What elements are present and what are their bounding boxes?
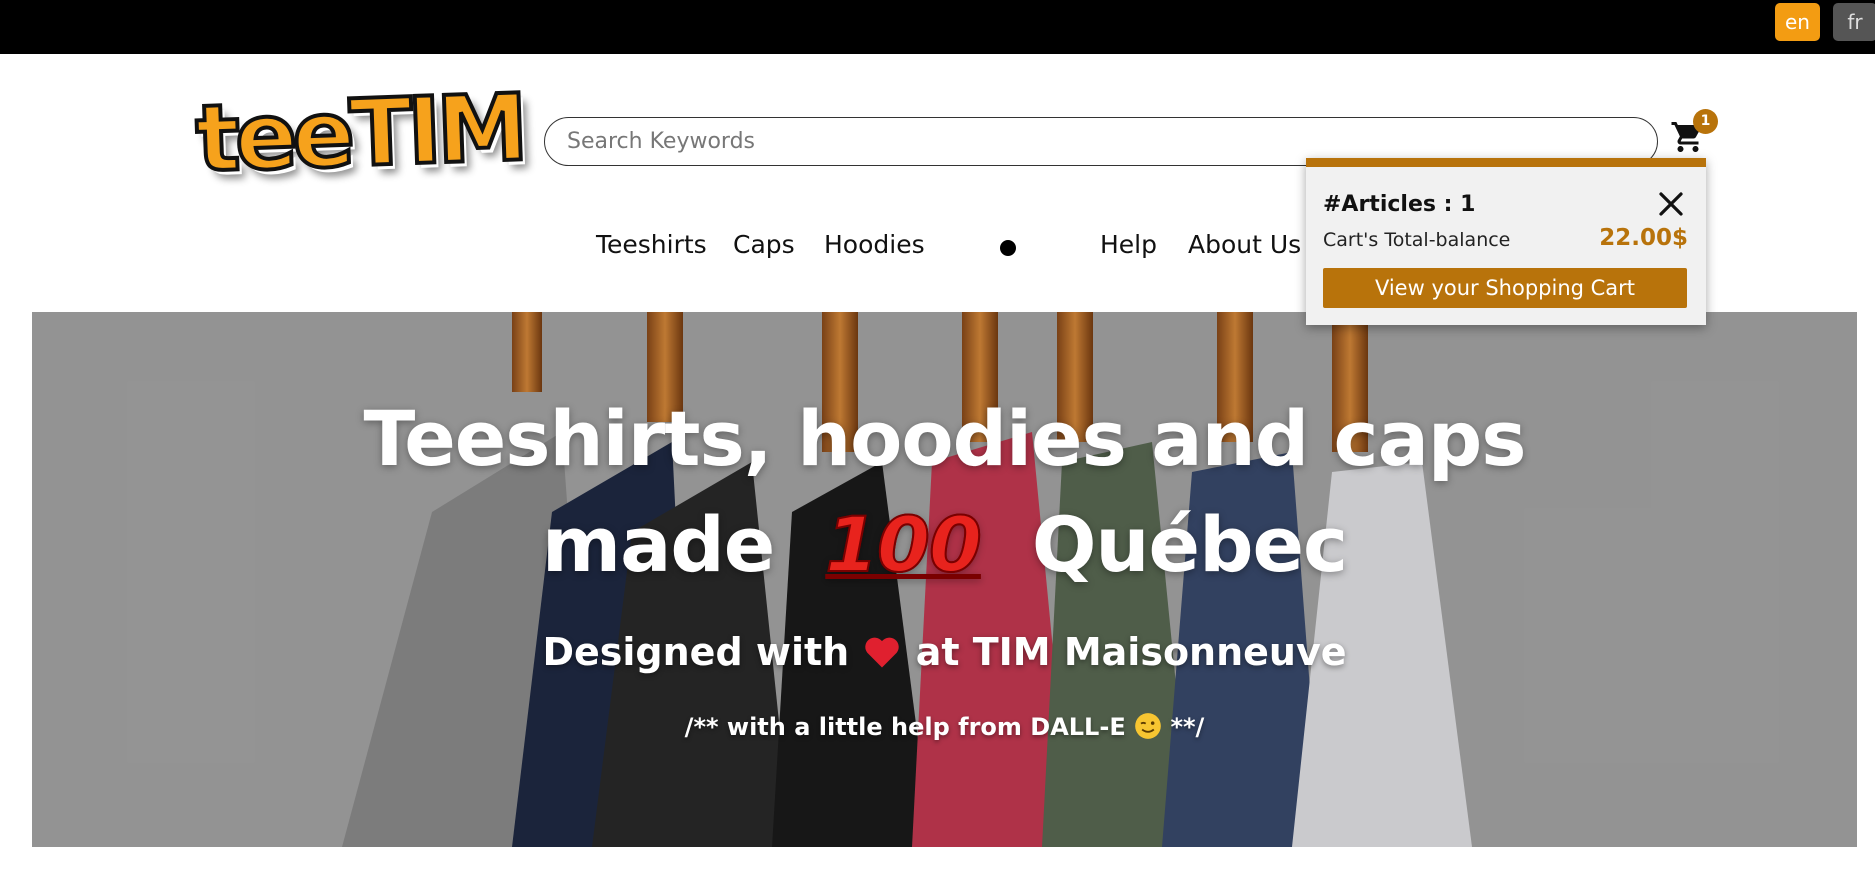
close-icon[interactable] (1656, 189, 1686, 219)
winking-face-icon (1135, 713, 1161, 739)
cart-count-badge: 1 (1693, 109, 1718, 134)
cart-balance-label: Cart's Total-balance (1323, 229, 1511, 251)
nav-help[interactable]: Help (1100, 230, 1157, 259)
view-shopping-cart-button[interactable]: View your Shopping Cart (1323, 268, 1687, 308)
language-bar: en fr (0, 0, 1875, 54)
hero-title-line1: Teeshirts, hoodies and caps (363, 394, 1526, 483)
language-en-button[interactable]: en (1775, 3, 1820, 41)
cart-balance-value: 22.00$ (1599, 225, 1688, 251)
nav-teeshirts[interactable]: Teeshirts (596, 230, 707, 259)
hero-note: /** with a little help from DALL-E **/ (32, 712, 1857, 741)
hero-note-start: /** with a little help from DALL-E (684, 713, 1126, 741)
hero-subtitle-end: at TIM Maisonneuve (915, 630, 1347, 674)
language-fr-button[interactable]: fr (1833, 3, 1875, 41)
cart-popup: #Articles : 1 Cart's Total-balance 22.00… (1306, 158, 1706, 325)
hero-subtitle-start: Designed with (542, 630, 850, 674)
cart-articles-count: #Articles : 1 (1323, 192, 1476, 217)
hundred-points-icon: 100 (824, 499, 983, 590)
hero-title-line2: made 100 Québec (32, 499, 1857, 590)
site-logo[interactable]: teeTIM (192, 72, 527, 194)
hero-made-text: made (541, 500, 775, 589)
heart-icon (865, 637, 900, 668)
hero-note-end: **/ (1170, 713, 1205, 741)
hero-quebec-text: Québec (1031, 500, 1348, 589)
nav-hoodies[interactable]: Hoodies (824, 230, 925, 259)
nav-about-us[interactable]: About Us (1188, 230, 1301, 259)
hero-banner: Teeshirts, hoodies and caps made 100 Qué… (32, 312, 1857, 847)
nav-dot-icon (1000, 240, 1016, 256)
hero-subtitle: Designed with at TIM Maisonneuve (32, 630, 1857, 674)
logo-text: teeTIM (192, 72, 527, 194)
nav-caps[interactable]: Caps (733, 230, 795, 259)
